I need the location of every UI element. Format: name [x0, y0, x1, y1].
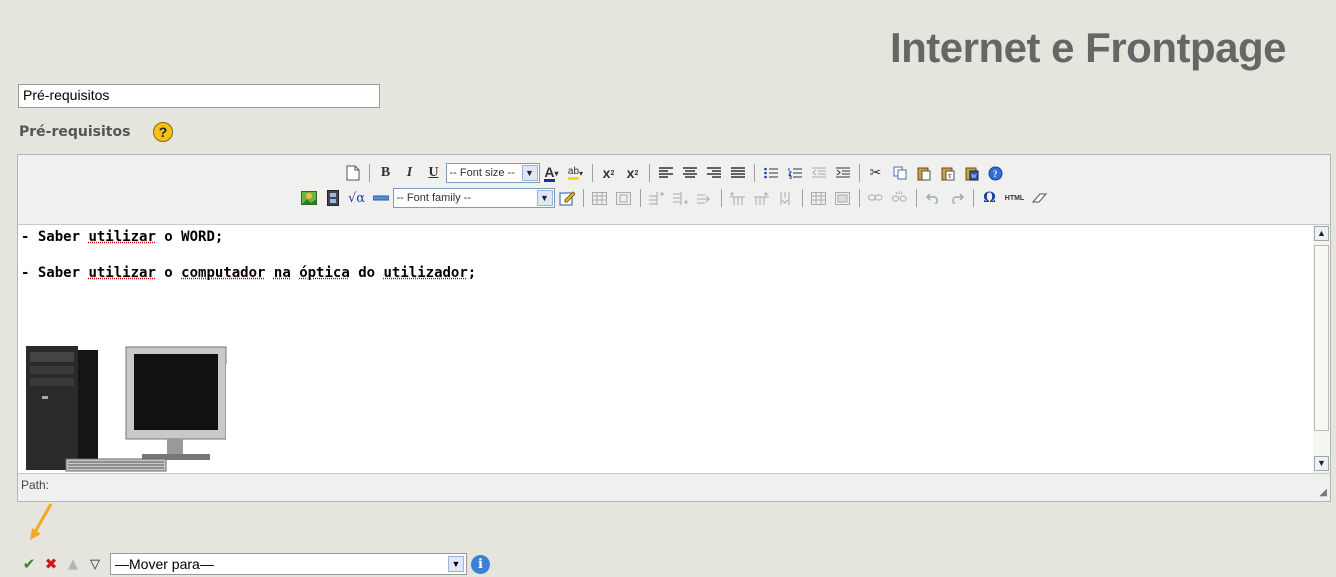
toolbar-row-2: √α -- Font family -- ▼ Ω HTML — [18, 186, 1330, 210]
toolbar-separator — [582, 189, 584, 207]
outdent-icon[interactable] — [808, 162, 830, 184]
paste-icon[interactable] — [913, 162, 935, 184]
unlink-icon[interactable] — [889, 187, 911, 209]
rich-text-editor: B I U -- Font size -- ▼ A ▾ ab ▾ x2 x2 ✂ T… — [17, 154, 1331, 502]
font-size-select-label: -- Font size -- — [449, 167, 515, 179]
toolbar-separator — [648, 164, 650, 182]
edit-style-icon[interactable] — [556, 187, 578, 209]
new-document-icon[interactable] — [342, 162, 364, 184]
insert-media-icon[interactable] — [322, 187, 344, 209]
svg-text:W: W — [971, 174, 977, 180]
move-up-icon[interactable]: ▲ — [64, 555, 82, 573]
editor-statusbar: Path: ◢ — [18, 473, 1330, 501]
subscript-icon[interactable]: x2 — [598, 162, 620, 184]
toolbar-separator — [591, 164, 593, 182]
insert-image-icon[interactable] — [298, 187, 320, 209]
text-color-icon[interactable]: A ▾ — [541, 162, 563, 184]
toolbar-separator — [368, 164, 370, 182]
merge-cells-icon[interactable] — [832, 187, 854, 209]
numbered-list-icon[interactable] — [784, 162, 806, 184]
svg-text:?: ? — [993, 169, 998, 179]
insert-column-before-icon[interactable] — [727, 187, 749, 209]
bold-icon[interactable]: B — [375, 162, 397, 184]
spellcheck-word: óptica — [299, 265, 350, 281]
align-right-icon[interactable] — [703, 162, 725, 184]
indent-icon[interactable] — [832, 162, 854, 184]
toolbar-separator — [639, 189, 641, 207]
spellcheck-word: utilizador — [383, 265, 468, 281]
toolbar-separator — [753, 164, 755, 182]
italic-icon[interactable]: I — [399, 162, 421, 184]
undo-icon[interactable] — [922, 187, 944, 209]
toolbar-separator — [858, 164, 860, 182]
html-source-button[interactable]: HTML — [1003, 187, 1027, 209]
insert-table-icon[interactable] — [589, 187, 611, 209]
align-justify-icon[interactable] — [727, 162, 749, 184]
action-bar: ✔ ✖ ▲ ▽ —Mover para— ▼ i — [20, 553, 490, 575]
insert-row-after-icon[interactable] — [670, 187, 692, 209]
scroll-up-icon[interactable]: ▲ — [1314, 226, 1329, 241]
underline-icon[interactable]: U — [423, 162, 445, 184]
scroll-down-icon[interactable]: ▼ — [1314, 456, 1329, 471]
link-icon[interactable] — [865, 187, 887, 209]
toolbar-row-1: B I U -- Font size -- ▼ A ▾ ab ▾ x2 x2 ✂ T… — [18, 161, 1330, 185]
path-label: Path: — [21, 478, 50, 492]
font-family-select[interactable]: -- Font family -- ▼ — [392, 188, 555, 208]
align-left-icon[interactable] — [655, 162, 677, 184]
toolbar-separator — [801, 189, 803, 207]
eraser-icon[interactable] — [1029, 187, 1051, 209]
toolbar-separator — [858, 189, 860, 207]
paste-text-icon[interactable]: T — [937, 162, 959, 184]
table-properties-icon[interactable] — [613, 187, 635, 209]
highlight-color-icon[interactable]: ab ▾ — [565, 162, 587, 184]
horizontal-rule-icon[interactable] — [370, 187, 392, 209]
arrow-pointer-icon — [30, 503, 53, 540]
field-label: Pré-requisitos — [19, 124, 131, 140]
redo-icon[interactable] — [946, 187, 968, 209]
toolbar-separator — [720, 189, 722, 207]
math-formula-icon[interactable]: √α — [346, 187, 368, 209]
split-cells-icon[interactable] — [808, 187, 830, 209]
spellcheck-word: utilizar — [88, 265, 156, 281]
spellcheck-word: utilizar — [88, 229, 156, 245]
move-to-select[interactable]: —Mover para— ▼ — [110, 553, 467, 575]
font-size-select[interactable]: -- Font size -- ▼ — [445, 163, 540, 183]
move-down-icon[interactable]: ▽ — [86, 555, 104, 573]
scroll-thumb[interactable] — [1314, 245, 1329, 431]
content-line: - Saber utilizar o computador na óptica … — [21, 265, 477, 281]
help-icon[interactable]: ? — [153, 122, 173, 142]
delete-row-icon[interactable] — [694, 187, 716, 209]
chevron-down-icon: ▼ — [536, 190, 553, 206]
move-to-select-label: —Mover para— — [115, 556, 214, 572]
spellcheck-word: computador — [181, 265, 266, 281]
bullet-list-icon[interactable] — [760, 162, 782, 184]
cut-icon[interactable]: ✂ — [865, 162, 887, 184]
insert-column-after-icon[interactable] — [751, 187, 773, 209]
align-center-icon[interactable] — [679, 162, 701, 184]
insert-row-before-icon[interactable] — [646, 187, 668, 209]
svg-text:T: T — [948, 174, 952, 180]
editor-scrollbar[interactable]: ▲ ▼ — [1313, 224, 1330, 472]
spellcheck-word: na — [273, 265, 291, 281]
superscript-icon[interactable]: x2 — [622, 162, 644, 184]
editor-content-area[interactable]: - Saber utilizar o WORD; - Saber utiliza… — [18, 224, 1314, 473]
delete-column-icon[interactable] — [775, 187, 797, 209]
chevron-down-icon: ▼ — [521, 165, 538, 181]
check-icon[interactable]: ✔ — [20, 555, 38, 573]
toolbar-separator — [915, 189, 917, 207]
help-circle-icon[interactable]: ? — [985, 162, 1007, 184]
page-title: Internet e Frontpage — [889, 24, 1287, 71]
title-field[interactable]: Pré-requisitos — [18, 84, 380, 108]
info-icon[interactable]: i — [471, 554, 490, 574]
delete-icon[interactable]: ✖ — [42, 555, 60, 573]
toolbar-separator — [972, 189, 974, 207]
chevron-down-icon: ▼ — [448, 556, 464, 572]
paste-word-icon[interactable]: W — [961, 162, 983, 184]
special-character-icon[interactable]: Ω — [979, 187, 1001, 209]
content-line: - Saber utilizar o WORD; — [21, 229, 224, 245]
computer-image — [26, 344, 238, 473]
font-family-select-label: -- Font family -- — [396, 192, 472, 204]
resize-grip-icon[interactable]: ◢ — [1319, 487, 1327, 498]
copy-icon[interactable] — [889, 162, 911, 184]
